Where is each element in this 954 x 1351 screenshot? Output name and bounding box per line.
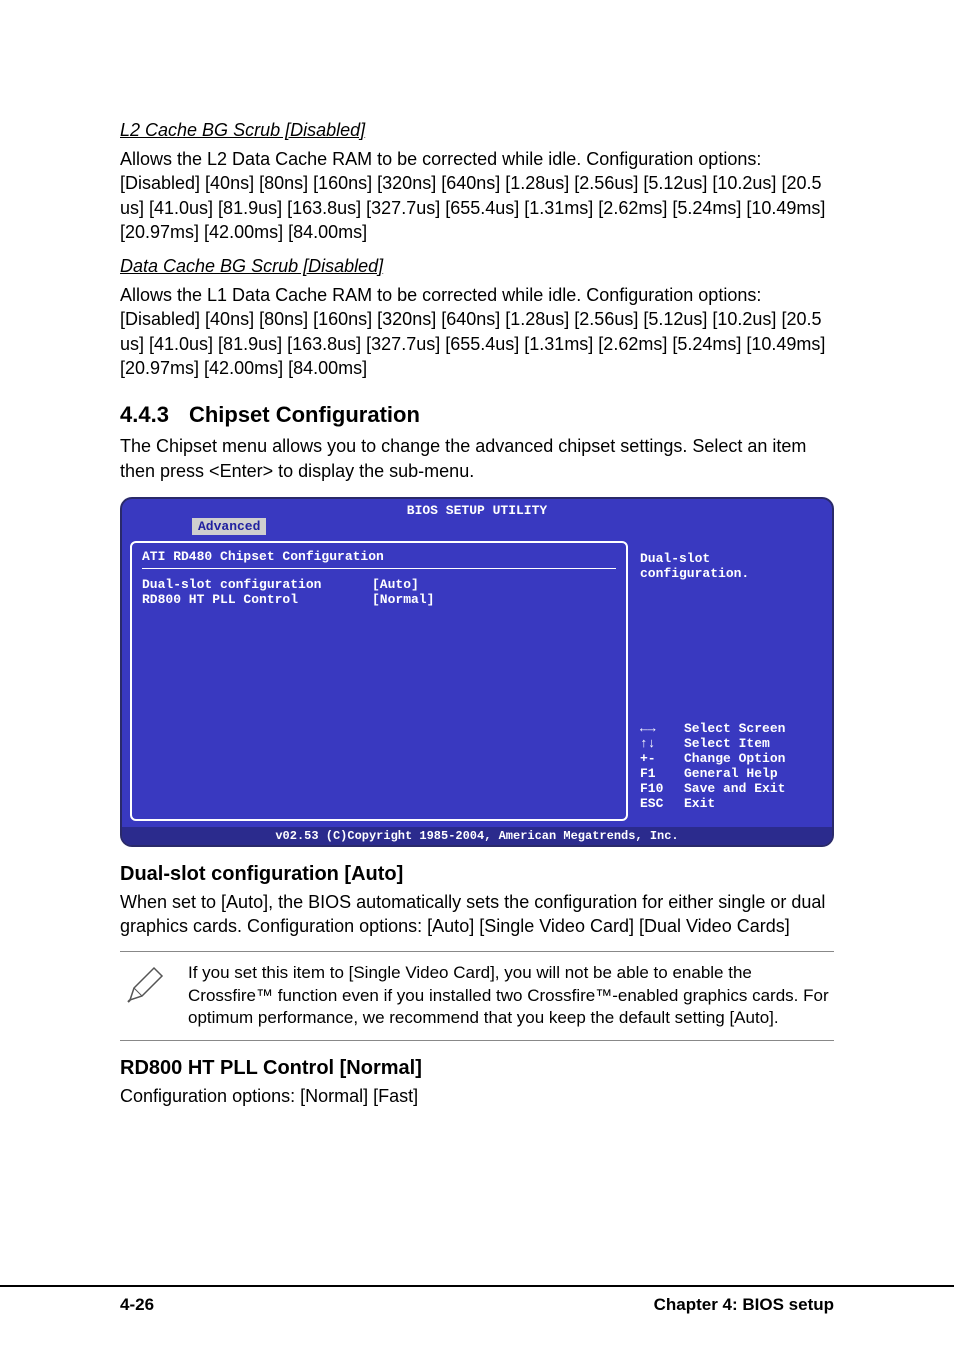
bios-right-panel: Dual-slot configuration. ←→ Select Screen…: [634, 541, 824, 821]
bios-setting-label: RD800 HT PLL Control: [142, 592, 372, 607]
bios-panel-title: ATI RD480 Chipset Configuration: [142, 549, 616, 569]
bios-setting-value: [Normal]: [372, 592, 434, 607]
key-desc: Select Screen: [684, 721, 785, 736]
key-f1: F1: [640, 766, 674, 781]
note-box: If you set this item to [Single Video Ca…: [120, 951, 834, 1042]
key-desc: Exit: [684, 796, 715, 811]
bios-setting-dualslot[interactable]: Dual-slot configuration [Auto]: [142, 577, 616, 592]
dualslot-body: When set to [Auto], the BIOS automatical…: [120, 890, 834, 939]
key-arrows-ud-icon: ↑↓: [640, 736, 674, 751]
bios-tabs: Advanced: [122, 518, 832, 535]
key-f10: F10: [640, 781, 674, 796]
note-text: If you set this item to [Single Video Ca…: [188, 962, 830, 1031]
page-footer: 4-26 Chapter 4: BIOS setup: [0, 1285, 954, 1315]
key-arrows-lr-icon: ←→: [640, 721, 674, 736]
h3-number: 4.4.3: [120, 402, 169, 428]
bios-setting-label: Dual-slot configuration: [142, 577, 372, 592]
h3-title: Chipset Configuration: [189, 402, 420, 428]
page-number: 4-26: [120, 1295, 154, 1315]
key-desc: Select Item: [684, 736, 770, 751]
rd800-body: Configuration options: [Normal] [Fast]: [120, 1084, 834, 1108]
chapter-label: Chapter 4: BIOS setup: [654, 1295, 834, 1315]
bios-screenshot: BIOS SETUP UTILITY Advanced ATI RD480 Ch…: [120, 497, 834, 847]
bios-keys: ←→ Select Screen ↑↓ Select Item +- Change O…: [634, 717, 824, 815]
key-esc: ESC: [640, 796, 674, 811]
key-desc: Save and Exit: [684, 781, 785, 796]
bios-header: BIOS SETUP UTILITY: [122, 499, 832, 518]
bios-help-text: Dual-slot configuration.: [634, 547, 824, 585]
datacache-heading: Data Cache BG Scrub [Disabled]: [120, 256, 834, 277]
datacache-body: Allows the L1 Data Cache RAM to be corre…: [120, 283, 834, 380]
key-desc: General Help: [684, 766, 778, 781]
l2cache-body: Allows the L2 Data Cache RAM to be corre…: [120, 147, 834, 244]
h3-body: The Chipset menu allows you to change th…: [120, 434, 834, 483]
bios-footer: v02.53 (C)Copyright 1985-2004, American …: [122, 827, 832, 845]
h3-row: 4.4.3 Chipset Configuration: [120, 402, 834, 428]
key-plusminus: +-: [640, 751, 674, 766]
key-desc: Change Option: [684, 751, 785, 766]
pencil-icon: [124, 962, 168, 1031]
bios-setting-rd800[interactable]: RD800 HT PLL Control [Normal]: [142, 592, 616, 607]
bios-tab-advanced[interactable]: Advanced: [192, 518, 266, 535]
bios-left-panel: ATI RD480 Chipset Configuration Dual-slo…: [130, 541, 628, 821]
dualslot-heading: Dual-slot configuration [Auto]: [120, 863, 834, 886]
rd800-heading: RD800 HT PLL Control [Normal]: [120, 1057, 834, 1080]
bios-setting-value: [Auto]: [372, 577, 419, 592]
l2cache-heading: L2 Cache BG Scrub [Disabled]: [120, 120, 834, 141]
